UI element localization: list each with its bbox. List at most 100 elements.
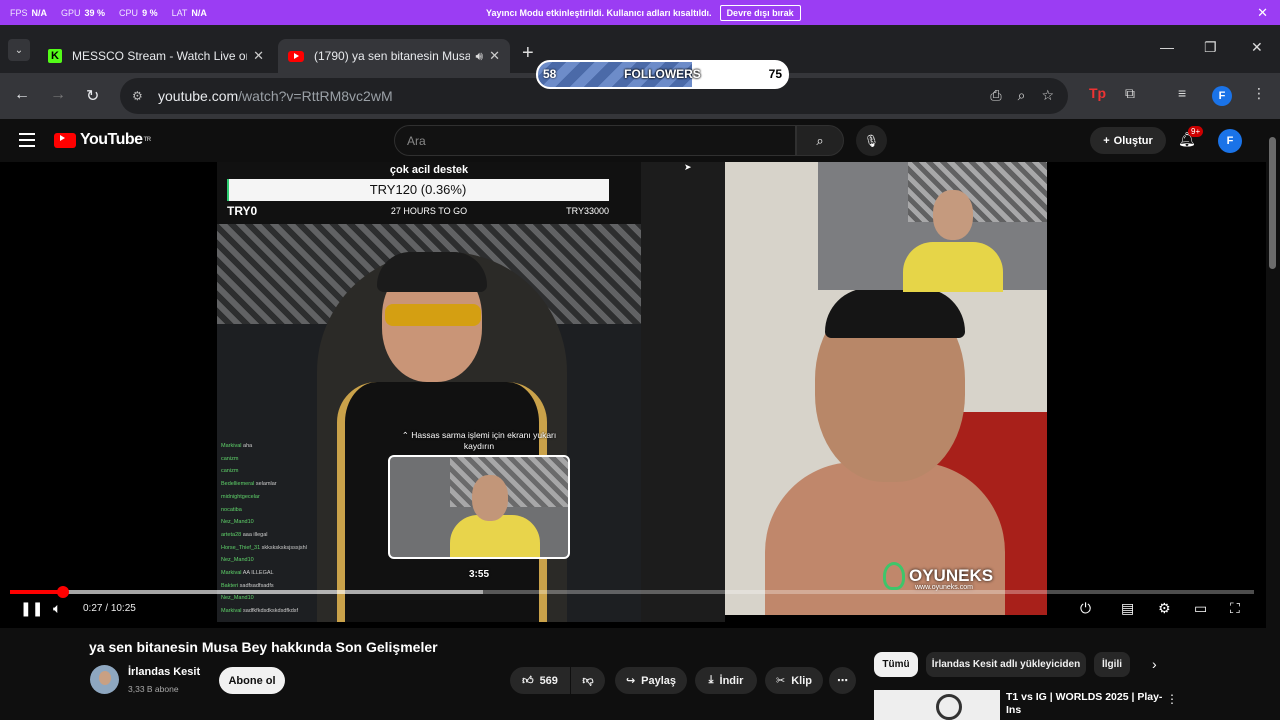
time-display: 0:27 / 10:25 [83,603,136,614]
more-actions-button[interactable]: ⋯ [829,667,856,694]
recommendation-title[interactable]: T1 vs IG | WORLDS 2025 | Play-Ins [1006,691,1164,717]
chat-line: nocatiba [221,506,242,513]
extension-tp-icon[interactable]: Tp [1089,85,1106,101]
followers-goal: 75 [768,67,782,81]
hamburger-menu-icon[interactable] [19,133,35,147]
chip-related[interactable]: İlgili [1094,652,1130,677]
donation-goal: TRY33000 [566,206,609,216]
tab-youtube[interactable]: (1790) ya sen bitanesin Musa B 🔊︎ ✕ [278,39,510,73]
pause-icon[interactable]: ❚❚ [20,600,43,617]
browser-profile-avatar[interactable]: F [1212,86,1232,106]
back-icon[interactable]: ← [14,86,30,104]
search-input[interactable]: Ara [394,125,796,156]
tab-close-icon[interactable]: ✕ [489,48,500,64]
restore-icon[interactable]: ❐ [1204,39,1217,56]
tab-close-icon[interactable]: ✕ [253,48,264,64]
oyuneks-logo-icon [883,562,905,590]
share-button[interactable]: ↪ Paylaş [615,667,687,694]
chat-line: midnightgecelar [221,493,260,500]
autoplay-toggle-icon[interactable]: ⏻ [1080,600,1091,617]
notifications-bell-icon[interactable]: 🔔︎ 9+ [1178,126,1204,148]
chat-line: Nez_Mand10 [221,519,254,526]
media-control-icon[interactable]: ≡ [1178,85,1186,101]
preview-hint: ⌃ Hassas sarma işlemi için ekranı yukarı… [401,430,557,451]
mouse-cursor-icon: ➤ [684,162,692,172]
chat-line: Markival AA ILLEGAL [221,570,274,577]
site-settings-icon[interactable]: ⚙︎ [132,89,148,103]
kick-icon: K [48,49,62,63]
chat-line: Nez_Mand10 [221,557,254,564]
new-tab-button[interactable]: + [522,42,534,65]
chip-uploader[interactable]: İrlandas Kesit adlı yükleyiciden [926,652,1086,677]
chip-all[interactable]: Tümü [874,652,918,677]
microphone-icon[interactable]: 🎙︎ [856,125,887,156]
thumbs-up-icon: 👍︎ [522,675,534,687]
channel-avatar[interactable] [90,665,119,694]
extensions-puzzle-icon[interactable]: ⧉ [1125,85,1135,102]
download-button[interactable]: ⤓ İndir [695,667,757,694]
notification-badge: 9+ [1188,126,1204,137]
page-scrollbar[interactable] [1266,119,1280,720]
url-text[interactable]: youtube.com/watch?v=RttRM8vc2wM [158,88,393,104]
install-app-icon[interactable]: ⎙ [990,87,1001,104]
tab-search-button[interactable]: ⌄ [8,39,30,61]
video-player[interactable]: çok acil destek TRY120 (0.36%) TRY0 27 H… [0,162,1266,628]
played-bar [10,590,64,594]
tab-kick[interactable]: K MESSCO Stream - Watch Live on K ✕ [38,39,274,73]
fullscreen-icon[interactable]: ⛶ [1230,600,1240,617]
clip-button[interactable]: ✂ Klip [765,667,823,694]
thumbs-down-icon: 👎︎ [582,675,594,687]
window-close-icon[interactable]: ✕ [1251,39,1263,56]
subscriber-count: 3,33 B abone [128,684,179,694]
create-button[interactable]: + Oluştur [1090,127,1166,154]
search-icon[interactable]: ⌕ [796,125,844,156]
youtube-header: YouTube TR Ara ⌕ 🎙︎ + Oluştur 🔔︎ 9+ F [0,119,1280,162]
channel-name[interactable]: İrlandas Kesit [128,666,200,678]
seek-preview-thumbnail [388,455,570,559]
youtube-logo[interactable]: YouTube TR [54,131,151,149]
chat-line: arteta28 aaa illegal [221,531,268,538]
subscribe-button[interactable]: Abone ol [219,667,285,694]
volume-icon[interactable]: 🔈︎ [53,600,61,617]
dislike-button[interactable]: 👎︎ [571,667,605,694]
donation-title: çok acil destek [389,164,469,176]
theater-mode-icon[interactable]: ▭ [1194,600,1207,617]
webcam-pip [818,162,1047,292]
browser-menu-icon[interactable]: ⋮ [1252,85,1266,102]
youtube-account-avatar[interactable]: F [1218,129,1242,153]
plus-icon: + [1103,134,1110,147]
stat-fps: FPS N/A [10,7,48,18]
zoom-icon[interactable]: ⌕ [1018,87,1026,104]
settings-gear-icon[interactable]: ⚙︎ [1158,600,1171,617]
video-title: ya sen bitanesin Musa Bey hakkında Son G… [89,639,438,655]
buffered-bar [10,590,483,594]
close-icon[interactable]: ✕ [1257,5,1268,21]
minimize-icon[interactable]: — [1160,39,1174,55]
bookmark-star-icon[interactable]: ☆ [1041,87,1054,104]
like-button[interactable]: 👍︎ 569 [510,667,570,694]
video-right-pane: OYUNEKS www.oyuneks.com [725,162,1047,615]
reload-icon[interactable]: ↻ [86,86,99,106]
streamer-mode-bar: FPS N/A GPU 39 % CPU 9 % LAT N/A Yayıncı Mod… [0,0,1280,25]
chat-line: Nez_Mand10 [221,595,254,602]
scrubber-knob[interactable] [57,586,70,598]
forward-icon[interactable]: → [50,86,66,104]
stat-cpu: CPU 9 % [119,7,158,18]
chat-line: Markival sadfkfkdsdkskdsdfkdsf [221,608,299,615]
youtube-icon [54,132,76,148]
subtitles-icon[interactable]: ▤ [1121,600,1134,617]
followers-label: FOLLOWERS [624,67,701,81]
seek-preview-time: 3:55 [468,569,489,580]
speaker-icon[interactable]: 🔊︎ [476,49,484,64]
stat-lat: LAT N/A [171,7,207,18]
recommendation-more-icon[interactable]: ⋮ [1166,692,1178,706]
disable-streamer-mode-button[interactable]: Devre dışı bırak [719,4,801,21]
chevron-right-icon[interactable]: › [1152,656,1157,672]
recommendation-thumbnail[interactable] [874,690,1000,720]
share-icon: ↪ [625,675,636,687]
donation-amount: TRY120 (0.36%) [227,179,609,201]
chat-line: Bedelliemeral selamlar [221,481,277,488]
progress-bar[interactable] [10,586,1254,598]
chat-line: Horse_Thief_31 skksksksksjsssjshl [221,544,307,551]
more-icon: ⋯ [837,675,848,687]
